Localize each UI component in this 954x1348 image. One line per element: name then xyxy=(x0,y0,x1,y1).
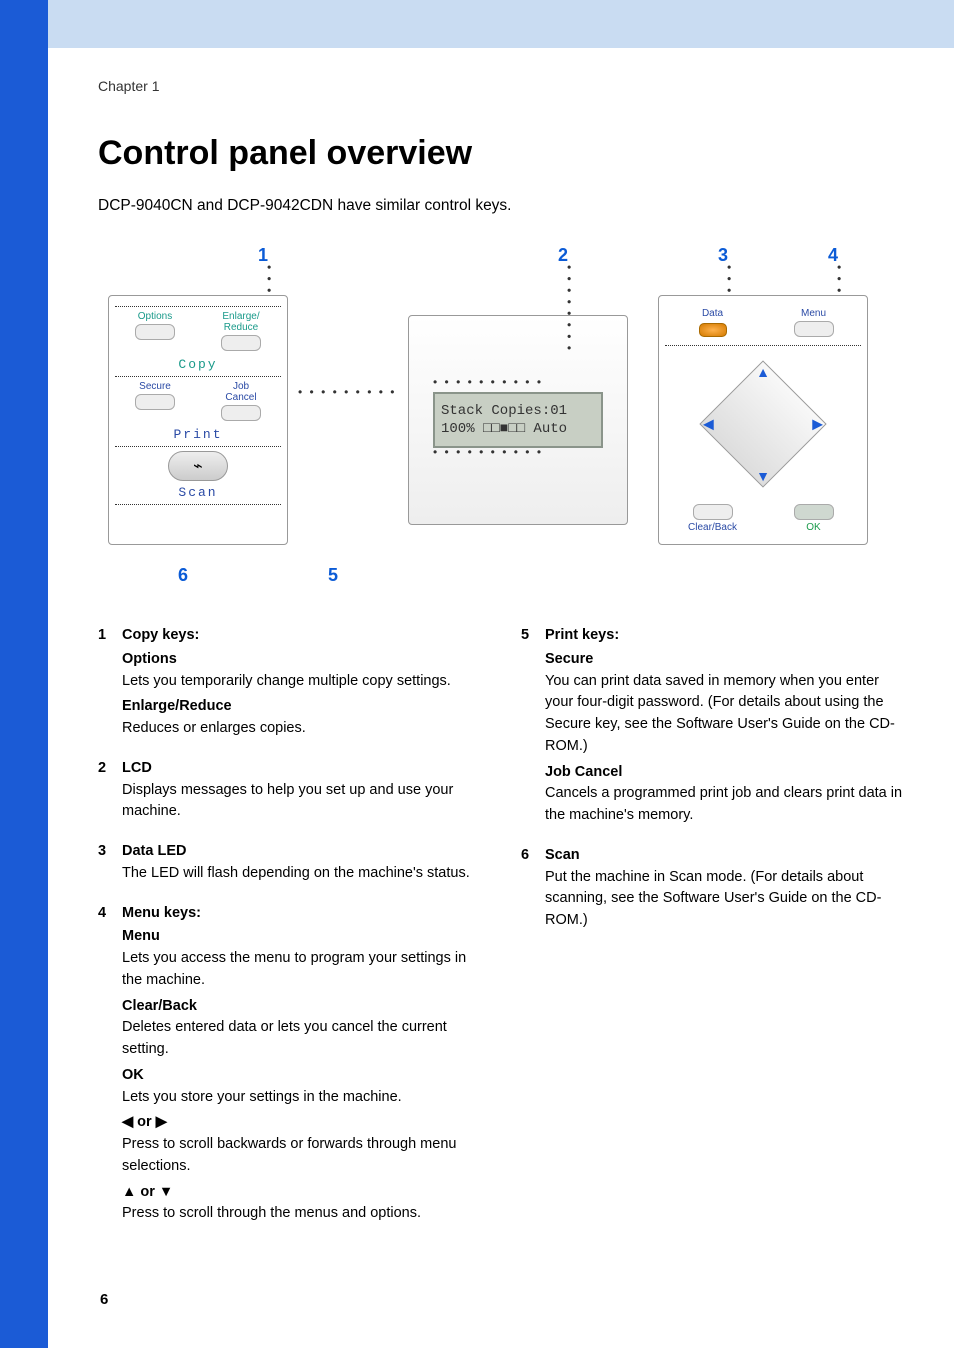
callout-4: 4 xyxy=(828,245,838,266)
print-keys-heading: Print keys: xyxy=(545,625,904,647)
item-2-lcd: 2 LCD Displays messages to help you set … xyxy=(98,758,481,827)
scan-icon: ⌁ xyxy=(193,456,203,476)
job-cancel-heading: Job Cancel xyxy=(545,762,904,784)
menu-panel: Data Menu ▲ ▼ ◀ ▶ Clear/Back xyxy=(658,295,868,545)
chapter-label: Chapter 1 xyxy=(98,78,904,94)
ok-text: Lets you store your settings in the mach… xyxy=(122,1087,481,1109)
menu-heading: Menu xyxy=(122,926,481,948)
copy-keys-heading: Copy keys: xyxy=(122,625,481,647)
item-6-scan: 6 Scan Put the machine in Scan mode. (Fo… xyxy=(521,845,904,936)
arrow-down-icon[interactable]: ▼ xyxy=(756,468,770,484)
scan-heading: Scan xyxy=(545,845,904,867)
options-text: Lets you temporarily change multiple cop… xyxy=(122,671,481,693)
menu-keys-heading: Menu keys: xyxy=(122,903,481,925)
data-led-label: Data xyxy=(665,308,760,319)
ok-key[interactable] xyxy=(794,504,834,520)
left-right-text: Press to scroll backwards or forwards th… xyxy=(122,1134,481,1178)
enlarge-reduce-heading: Enlarge/Reduce xyxy=(122,696,481,718)
control-panel-diagram: 1 2 3 4 5 6 Options Enlarge/ Reduce Copy xyxy=(108,245,868,595)
callout-1: 1 xyxy=(258,245,268,266)
job-cancel-label: Job Cancel xyxy=(201,381,281,403)
job-cancel-key[interactable] xyxy=(221,405,261,421)
secure-label: Secure xyxy=(115,381,195,392)
copy-print-scan-panel: Options Enlarge/ Reduce Copy Secure Job … xyxy=(108,295,288,545)
scan-key[interactable]: ⌁ xyxy=(168,451,228,481)
item-3-data-led: 3 Data LED The LED will flash depending … xyxy=(98,841,481,889)
item-5-print-keys: 5 Print keys: Secure You can print data … xyxy=(521,625,904,831)
options-key[interactable] xyxy=(135,324,175,340)
lcd-heading: LCD xyxy=(122,758,481,780)
enlarge-reduce-label: Enlarge/ Reduce xyxy=(201,311,281,333)
print-section-label: Print xyxy=(115,427,281,442)
scan-section-label: Scan xyxy=(115,485,281,500)
data-led-heading: Data LED xyxy=(122,841,481,863)
job-cancel-text: Cancels a programmed print job and clear… xyxy=(545,783,904,827)
page-title: Control panel overview xyxy=(98,134,904,173)
secure-heading: Secure xyxy=(545,649,904,671)
side-bar xyxy=(0,0,48,1348)
secure-text: You can print data saved in memory when … xyxy=(545,671,904,758)
ok-heading: OK xyxy=(122,1065,481,1087)
lcd-screen: Stack Copies:01 100% □□■□□ Auto xyxy=(433,392,603,448)
callout-5: 5 xyxy=(328,565,338,586)
scan-text: Put the machine in Scan mode. (For detai… xyxy=(545,867,904,932)
menu-label: Menu xyxy=(766,308,861,319)
options-label: Options xyxy=(115,311,195,322)
arrow-left-icon[interactable]: ◀ xyxy=(703,416,714,433)
navigation-dpad: ▲ ▼ ◀ ▶ xyxy=(693,354,833,494)
page-content: Chapter 1 Control panel overview DCP-904… xyxy=(48,48,954,1348)
page-number: 6 xyxy=(100,1291,108,1308)
up-down-heading: ▲ or ▼ xyxy=(122,1182,481,1204)
description-columns: 1 Copy keys: Options Lets you temporaril… xyxy=(98,625,904,1243)
arrow-right-icon[interactable]: ▶ xyxy=(812,416,823,433)
item-4-menu-keys: 4 Menu keys: Menu Lets you access the me… xyxy=(98,903,481,1230)
enlarge-reduce-text: Reduces or enlarges copies. xyxy=(122,718,481,740)
options-heading: Options xyxy=(122,649,481,671)
ok-label: OK xyxy=(766,522,861,533)
intro-text: DCP-9040CN and DCP-9042CDN have similar … xyxy=(98,197,904,215)
callout-6: 6 xyxy=(178,565,188,586)
secure-key[interactable] xyxy=(135,394,175,410)
left-column: 1 Copy keys: Options Lets you temporaril… xyxy=(98,625,481,1243)
callout-2: 2 xyxy=(558,245,568,266)
menu-text: Lets you access the menu to program your… xyxy=(122,948,481,992)
item-1-copy-keys: 1 Copy keys: Options Lets you temporaril… xyxy=(98,625,481,744)
up-down-text: Press to scroll through the menus and op… xyxy=(122,1203,481,1225)
clear-back-key[interactable] xyxy=(693,504,733,520)
callout-3: 3 xyxy=(718,245,728,266)
menu-key[interactable] xyxy=(794,321,834,337)
copy-section-label: Copy xyxy=(115,357,281,372)
enlarge-reduce-key[interactable] xyxy=(221,335,261,351)
lcd-line-2: 100% □□■□□ Auto xyxy=(441,420,595,438)
lcd-panel: Stack Copies:01 100% □□■□□ Auto xyxy=(408,315,628,525)
data-led xyxy=(699,323,727,337)
clear-back-label: Clear/Back xyxy=(665,522,760,533)
left-right-heading: ◀ or ▶ xyxy=(122,1112,481,1134)
clear-back-text: Deletes entered data or lets you cancel … xyxy=(122,1017,481,1061)
arrow-up-icon[interactable]: ▲ xyxy=(756,364,770,380)
clear-back-heading: Clear/Back xyxy=(122,996,481,1018)
header-bar xyxy=(0,0,954,48)
right-column: 5 Print keys: Secure You can print data … xyxy=(521,625,904,1243)
lcd-line-1: Stack Copies:01 xyxy=(441,402,595,420)
lcd-text: Displays messages to help you set up and… xyxy=(122,780,481,824)
data-led-text: The LED will flash depending on the mach… xyxy=(122,863,481,885)
